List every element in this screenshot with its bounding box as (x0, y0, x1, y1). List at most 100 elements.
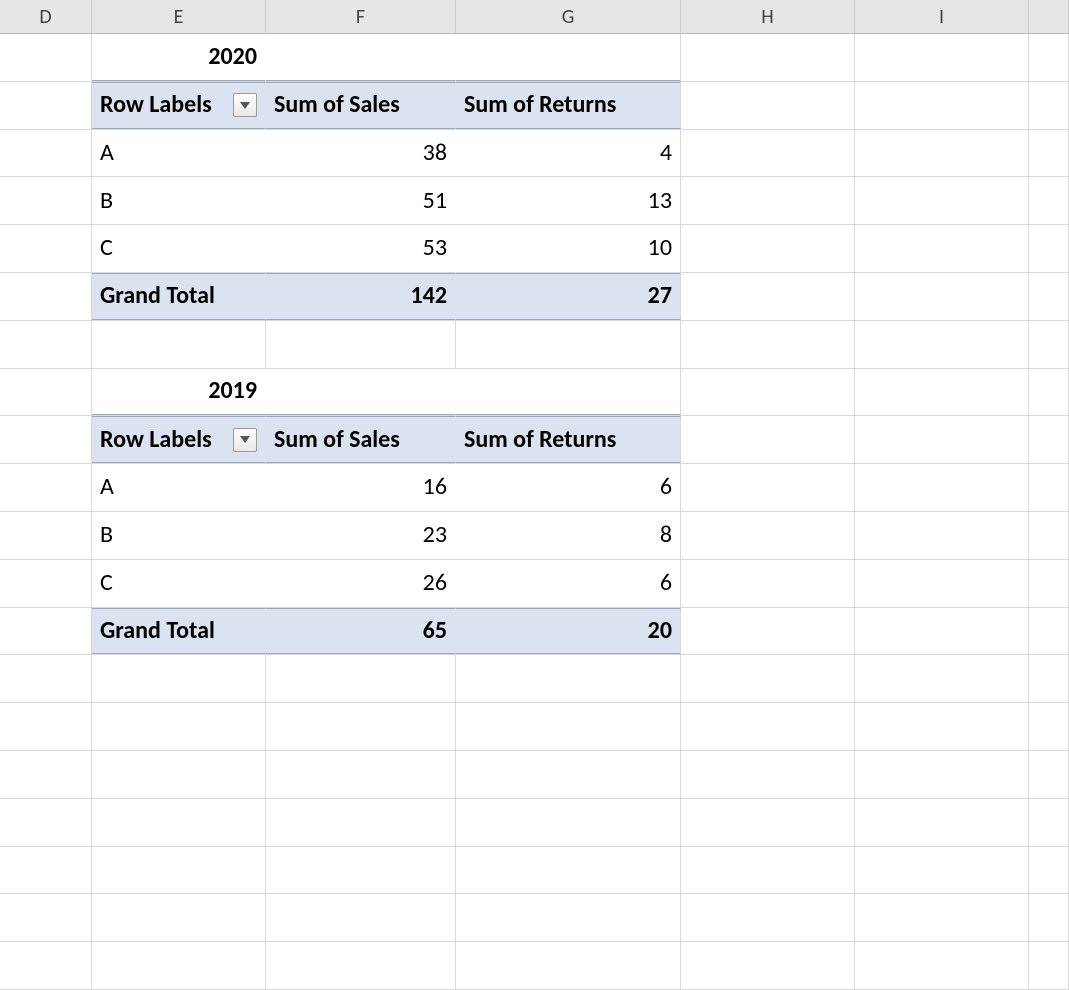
pivot1-sales-value[interactable]: 53 (266, 225, 456, 272)
cell-D[interactable] (0, 321, 92, 368)
cell-J[interactable] (1029, 34, 1069, 81)
cell-H[interactable] (681, 34, 855, 81)
cell-H[interactable] (681, 847, 855, 894)
cell-I[interactable] (855, 225, 1029, 272)
pivot1-row-labels-header[interactable]: Row Labels (92, 82, 266, 129)
cell-F[interactable] (266, 894, 456, 941)
pivot2-sales-value[interactable]: 16 (266, 464, 456, 511)
cell-E[interactable] (92, 703, 266, 750)
cell-F[interactable] (266, 942, 456, 989)
cell-J[interactable] (1029, 751, 1069, 798)
cell-E[interactable] (92, 655, 266, 702)
cell-D[interactable] (0, 82, 92, 129)
cell-I[interactable] (855, 703, 1029, 750)
cell-D[interactable] (0, 464, 92, 511)
cell-H[interactable] (681, 608, 855, 655)
spreadsheet-row[interactable]: Grand Total 65 20 (0, 608, 1069, 656)
cell-D[interactable] (0, 273, 92, 320)
cell-D[interactable] (0, 942, 92, 989)
pivot2-row-label[interactable]: B (92, 512, 266, 559)
cell-E[interactable] (92, 942, 266, 989)
cell-I[interactable] (855, 942, 1029, 989)
cell-I[interactable] (855, 608, 1029, 655)
cell-F[interactable] (266, 751, 456, 798)
cell-E[interactable] (92, 894, 266, 941)
cell-I[interactable] (855, 655, 1029, 702)
pivot1-sum-sales-header[interactable]: Sum of Sales (266, 82, 456, 129)
cell-I[interactable] (855, 273, 1029, 320)
spreadsheet-row[interactable] (0, 894, 1069, 942)
pivot2-returns-value[interactable]: 8 (456, 512, 681, 559)
cell-J[interactable] (1029, 512, 1069, 559)
column-header-partial[interactable] (1029, 0, 1069, 33)
cell-I[interactable] (855, 894, 1029, 941)
column-header-E[interactable]: E (92, 0, 266, 33)
spreadsheet-row[interactable]: Grand Total 142 27 (0, 273, 1069, 321)
cell-H[interactable] (681, 655, 855, 702)
cell-J[interactable] (1029, 82, 1069, 129)
spreadsheet-row[interactable] (0, 703, 1069, 751)
cell-J[interactable] (1029, 703, 1069, 750)
spreadsheet-row[interactable] (0, 942, 1069, 990)
cell-I[interactable] (855, 799, 1029, 846)
spreadsheet-row[interactable]: Row Labels Sum of Sales Sum of Returns (0, 416, 1069, 464)
pivot1-row-label[interactable]: C (92, 225, 266, 272)
spreadsheet-row[interactable]: 2020 (0, 34, 1069, 82)
cell-J[interactable] (1029, 560, 1069, 607)
cell-H[interactable] (681, 512, 855, 559)
cell-G[interactable] (456, 942, 681, 989)
column-header-I[interactable]: I (855, 0, 1029, 33)
cell-D[interactable] (0, 34, 92, 81)
cell-D[interactable] (0, 847, 92, 894)
cell-I[interactable] (855, 34, 1029, 81)
pivot1-filter-button[interactable] (233, 93, 257, 117)
cell-E[interactable] (92, 847, 266, 894)
cell-I[interactable] (855, 512, 1029, 559)
cell-D[interactable] (0, 703, 92, 750)
pivot1-sum-returns-header[interactable]: Sum of Returns (456, 82, 681, 129)
cell-G[interactable] (456, 703, 681, 750)
pivot1-grand-total-sales[interactable]: 142 (266, 273, 456, 320)
cell-H[interactable] (681, 560, 855, 607)
column-header-H[interactable]: H (681, 0, 855, 33)
cell-J[interactable] (1029, 416, 1069, 463)
pivot1-grand-total-returns[interactable]: 27 (456, 273, 681, 320)
cell-F[interactable] (266, 321, 456, 368)
pivot2-returns-value[interactable]: 6 (456, 464, 681, 511)
cell-J[interactable] (1029, 942, 1069, 989)
spreadsheet-row[interactable]: C 53 10 (0, 225, 1069, 273)
pivot2-grand-total-label[interactable]: Grand Total (92, 608, 266, 655)
pivot1-returns-value[interactable]: 10 (456, 225, 681, 272)
column-header-D[interactable]: D (0, 0, 92, 33)
cell-D[interactable] (0, 369, 92, 416)
pivot1-sales-value[interactable]: 51 (266, 177, 456, 224)
cell-H[interactable] (681, 751, 855, 798)
cell-G[interactable] (456, 369, 681, 416)
cell-F[interactable] (266, 369, 456, 416)
pivot2-row-labels-header[interactable]: Row Labels (92, 416, 266, 463)
cell-J[interactable] (1029, 847, 1069, 894)
cell-D[interactable] (0, 799, 92, 846)
column-header-F[interactable]: F (266, 0, 456, 33)
cell-J[interactable] (1029, 655, 1069, 702)
cell-J[interactable] (1029, 799, 1069, 846)
pivot2-sum-returns-header[interactable]: Sum of Returns (456, 416, 681, 463)
cell-H[interactable] (681, 894, 855, 941)
spreadsheet-row[interactable] (0, 321, 1069, 369)
pivot1-returns-value[interactable]: 13 (456, 177, 681, 224)
cell-H[interactable] (681, 799, 855, 846)
pivot2-row-label[interactable]: C (92, 560, 266, 607)
spreadsheet-row[interactable]: 2019 (0, 369, 1069, 417)
grid-body[interactable]: 2020 Row Labels Sum (0, 34, 1069, 990)
cell-D[interactable] (0, 894, 92, 941)
cell-F[interactable] (266, 847, 456, 894)
cell-I[interactable] (855, 321, 1029, 368)
cell-H[interactable] (681, 82, 855, 129)
cell-D[interactable] (0, 608, 92, 655)
cell-H[interactable] (681, 942, 855, 989)
pivot2-returns-value[interactable]: 6 (456, 560, 681, 607)
cell-F[interactable] (266, 703, 456, 750)
cell-H[interactable] (681, 321, 855, 368)
cell-E[interactable] (92, 799, 266, 846)
cell-H[interactable] (681, 703, 855, 750)
